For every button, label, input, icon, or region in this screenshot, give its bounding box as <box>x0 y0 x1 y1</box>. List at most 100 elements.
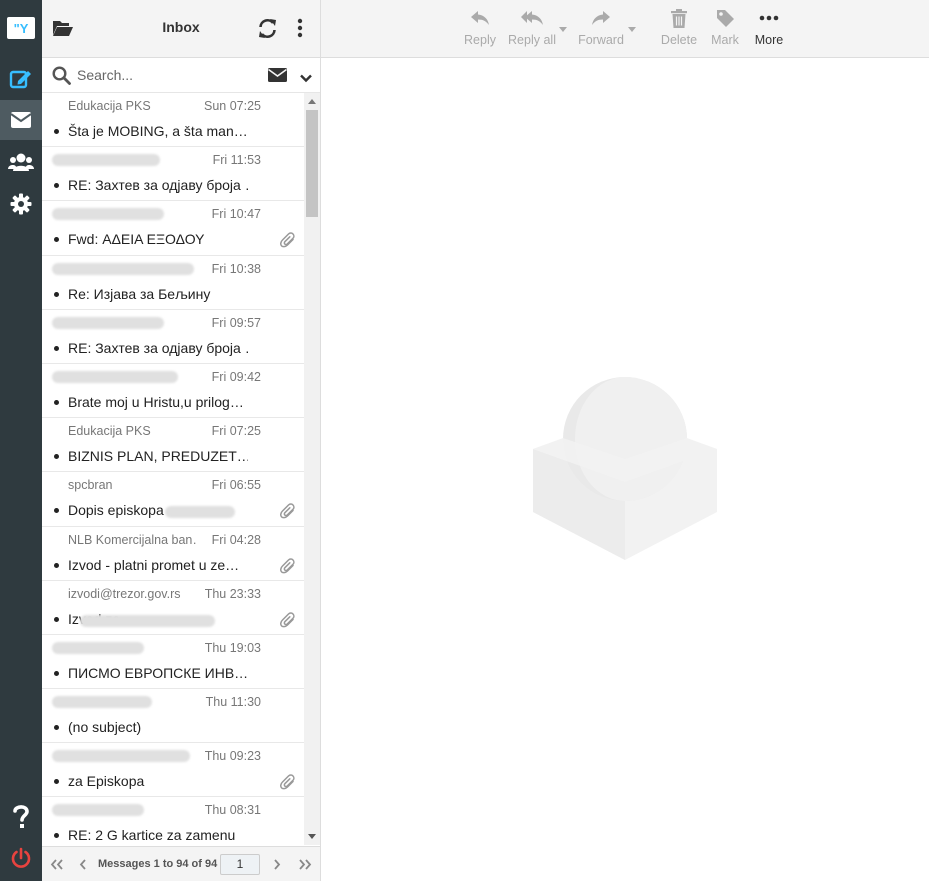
message-date: Fri 07:25 <box>211 424 261 439</box>
unread-dot-icon <box>54 779 59 785</box>
question-icon <box>13 805 29 828</box>
scroll-thumb[interactable] <box>306 110 318 217</box>
message-row[interactable]: Fri 10:38 Re: Изјава за Бељину <box>42 256 304 310</box>
delete-label: Delete <box>660 33 698 47</box>
message-date: Fri 06:55 <box>211 478 261 493</box>
search-icon[interactable] <box>52 66 71 90</box>
unread-dot-icon <box>54 399 59 405</box>
attachment-icon <box>280 611 296 634</box>
search-input[interactable]: Search... <box>77 67 133 83</box>
list-scrollbar[interactable] <box>304 93 320 845</box>
unread-dot-icon <box>54 237 59 243</box>
forward-button[interactable]: Forward <box>577 7 625 52</box>
mail-button[interactable] <box>0 100 42 140</box>
more-label: More <box>754 33 784 47</box>
help-button[interactable] <box>0 797 42 837</box>
message-date: Thu 23:33 <box>204 586 261 601</box>
search-options-chevron-icon[interactable] <box>300 70 312 88</box>
settings-button[interactable] <box>0 184 42 224</box>
redacted-sender <box>52 696 152 709</box>
mark-label: Mark <box>711 33 739 47</box>
forward-dropdown-icon[interactable] <box>628 27 636 32</box>
users-icon <box>8 153 34 171</box>
message-row[interactable]: Fri 10:47 Fwd: ΑΔΕΙΑ ΕΞΟΔΟΥ <box>42 201 304 256</box>
unread-dot-icon <box>54 725 59 731</box>
message-list: Edukacija PKS Sun 07:25 Šta je MOBING, a š… <box>42 93 304 845</box>
message-row[interactable]: Fri 09:57 RE: Захтев за одјаву броја … <box>42 310 304 364</box>
message-date: Sun 07:25 <box>204 99 261 113</box>
compose-button[interactable] <box>0 58 42 98</box>
message-row[interactable]: Edukacija PKS Sun 07:25 Šta je MOBING, a š… <box>42 93 304 148</box>
attachment-icon <box>280 557 296 580</box>
message-subject: Izvod - platni promet u ze… <box>68 556 240 573</box>
message-row[interactable]: Fri 11:53 RE: Захтев за одјаву броја … <box>42 147 304 202</box>
message-toolbar: Reply Reply all Forward Delete Mark More <box>321 0 929 58</box>
power-icon <box>11 847 31 868</box>
scroll-down-arrow[interactable] <box>308 834 316 839</box>
last-page-icon[interactable] <box>298 858 312 873</box>
page-input[interactable]: 1 <box>220 854 260 875</box>
logout-button[interactable] <box>0 838 42 878</box>
delete-button[interactable]: Delete <box>659 7 699 52</box>
unread-dot-icon <box>54 291 59 297</box>
redacted-subject <box>165 506 235 519</box>
message-sender: spcbran <box>68 478 113 493</box>
message-subject: (no subject) <box>68 719 142 736</box>
unread-dot-icon <box>54 616 59 622</box>
message-row[interactable]: Edukacija PKS Fri 07:25 BIZNIS PLAN, PREDU… <box>42 418 304 473</box>
unread-dot-icon <box>54 508 59 514</box>
message-date: Fri 04:28 <box>211 532 261 547</box>
message-subject: RE: 2 G kartice za zamenu <box>68 827 236 844</box>
message-sender: izvodi@trezor.gov.rs <box>68 586 181 601</box>
message-date: Thu 09:23 <box>204 749 261 764</box>
next-page-icon[interactable] <box>273 858 281 873</box>
list-header: Inbox <box>42 0 320 58</box>
message-row[interactable]: NLB Komercijalna ban… Fri 04:28 Izvod - pl… <box>42 527 304 581</box>
message-row[interactable]: Thu 08:31 RE: 2 G kartice za zamenu <box>42 797 304 845</box>
reply-all-button[interactable]: Reply all <box>507 7 557 52</box>
reply-all-dropdown-icon[interactable] <box>559 27 567 32</box>
redacted-sender <box>52 154 160 167</box>
message-row[interactable]: izvodi@trezor.gov.rsThu 23:33Izvod za <box>42 581 304 635</box>
app-logo[interactable]: "Y <box>7 17 35 39</box>
message-row[interactable]: Thu 19:03 ПИСМО ЕВРОПСКЕ ИНВ… <box>42 635 304 690</box>
message-subject: Šta je MOBING, a šta man… <box>68 123 248 139</box>
message-row[interactable]: Fri 09:42 Brate moj u Hristu,u prilog… <box>42 364 304 419</box>
unread-dot-icon <box>54 183 59 189</box>
prev-page-icon[interactable] <box>79 858 87 873</box>
contacts-button[interactable] <box>0 142 42 182</box>
message-row[interactable]: Thu 11:30 (no subject) <box>42 689 304 744</box>
reply-button[interactable]: Reply <box>462 7 498 52</box>
more-button[interactable]: More <box>753 7 785 52</box>
first-page-icon[interactable] <box>50 858 64 873</box>
tag-icon <box>716 9 734 27</box>
unread-dot-icon <box>54 670 59 676</box>
message-row[interactable]: spcbran Fri 06:55 Dopis episkopa <box>42 472 304 527</box>
attachment-icon <box>280 774 296 796</box>
gear-icon <box>10 193 32 215</box>
message-sender: Edukacija PKS <box>68 99 151 113</box>
reply-icon <box>471 11 489 25</box>
more-horizontal-icon <box>759 15 779 21</box>
forward-icon <box>592 11 610 25</box>
mark-button[interactable]: Mark <box>709 7 741 52</box>
reply-all-label: Reply all <box>508 33 556 47</box>
message-count: Messages 1 to 94 of 94 <box>98 858 218 870</box>
app-rail: "Y <box>0 0 42 881</box>
redacted-sender <box>52 208 164 221</box>
unread-dot-icon <box>54 345 59 351</box>
message-sender: NLB Komercijalna ban… <box>68 532 198 547</box>
unread-dot-icon <box>54 454 59 460</box>
search-scope-envelope-icon[interactable] <box>268 68 287 87</box>
redacted-sender <box>52 641 144 654</box>
refresh-icon[interactable] <box>257 18 278 44</box>
redacted-sender <box>52 316 164 329</box>
message-row[interactable]: Thu 09:23 za Episkopa <box>42 743 304 798</box>
unread-dot-icon <box>54 833 59 839</box>
message-subject: RE: Захтев за одјаву броја … <box>68 339 248 356</box>
message-date: Thu 19:03 <box>204 640 261 655</box>
more-vertical-icon[interactable] <box>297 18 303 43</box>
scroll-up-arrow[interactable] <box>308 99 316 104</box>
empty-preview-illustration <box>533 377 718 567</box>
message-date: Fri 10:47 <box>211 207 261 222</box>
